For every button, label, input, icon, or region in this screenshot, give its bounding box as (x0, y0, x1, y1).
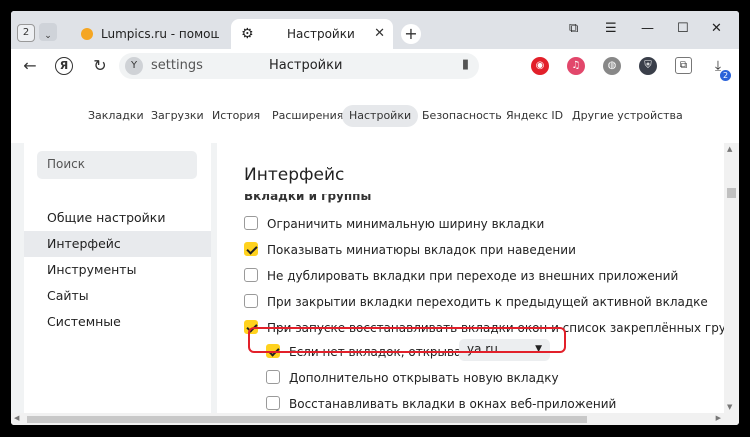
section-title: Вкладки и группы (244, 189, 372, 203)
adblock-extension-icon[interactable]: ◉ (531, 57, 549, 75)
close-window-icon[interactable]: ✕ (711, 21, 722, 36)
sidebar-item-system[interactable]: Системные (24, 309, 211, 335)
settings-top-nav: Закладки Загрузки История Расширения Нас… (11, 83, 739, 143)
gear-icon: ⚙ (241, 26, 254, 42)
nav-other-devices[interactable]: Другие устройства (565, 105, 690, 127)
toolbar: ← Я ↻ Y settings Настройки ▮ ◉ ♫ ◍ ⛨ ⧉ ⤓… (11, 49, 739, 84)
nav-downloads[interactable]: Загрузки (144, 105, 211, 127)
checkbox[interactable] (244, 294, 258, 308)
new-tab-button[interactable]: + (401, 24, 421, 44)
settings-main-panel: Интерфейс Вкладки и группы Ограничить ми… (217, 143, 724, 413)
tab-count-badge[interactable]: 2 (17, 24, 35, 42)
download-count-badge: 2 (720, 70, 731, 81)
settings-sidebar: Поиск Общие настройки Интерфейс Инструме… (24, 143, 211, 413)
menu-icon[interactable]: ☰ (605, 21, 617, 36)
plus-icon: + (404, 24, 418, 43)
checkbox[interactable] (244, 268, 258, 282)
bookmarks-panel-icon[interactable]: ⧉ (569, 21, 578, 36)
bookmark-icon[interactable]: ▮ (462, 57, 469, 72)
reload-icon[interactable]: ↻ (89, 55, 111, 77)
maximize-icon[interactable]: ☐ (677, 21, 689, 36)
settings-search-input[interactable]: Поиск (37, 151, 197, 179)
nav-extensions[interactable]: Расширения (265, 105, 350, 127)
checkbox[interactable] (266, 396, 280, 410)
globe-extension-icon[interactable]: ◍ (603, 57, 621, 75)
horizontal-scroll-thumb[interactable] (27, 416, 587, 423)
scroll-up-icon[interactable]: ▲ (727, 145, 732, 153)
shield-extension-icon[interactable]: ⛨ (639, 57, 657, 75)
checkbox[interactable] (244, 216, 258, 230)
nav-history[interactable]: История (205, 105, 267, 127)
vertical-scrollbar[interactable]: ▲ ▼ (724, 143, 739, 413)
tab-settings[interactable]: ⚙ Настройки ✕ (231, 19, 393, 49)
browser-window: 2 ⌄ Lumpics.ru - помощь с ко ⚙ Настройки… (11, 11, 739, 425)
settings-content: Поиск Общие настройки Интерфейс Инструме… (11, 143, 739, 413)
minimize-icon[interactable]: — (641, 21, 654, 36)
tab-lumpics[interactable]: Lumpics.ru - помощь с ко (71, 19, 223, 49)
orange-favicon-icon (81, 28, 93, 40)
address-page-title: Настройки (269, 58, 343, 73)
sidebar-item-interface[interactable]: Интерфейс (24, 231, 211, 257)
chevron-down-icon: ⌄ (44, 31, 52, 41)
checkbox[interactable] (266, 370, 280, 384)
red-highlight-annotation (248, 327, 566, 353)
scroll-down-icon[interactable]: ▼ (727, 403, 732, 411)
tab-list-button[interactable]: ⌄ (39, 23, 57, 41)
music-extension-icon[interactable]: ♫ (567, 57, 585, 75)
nav-bookmarks[interactable]: Закладки (81, 105, 151, 127)
checkbox-checked[interactable] (244, 242, 258, 256)
sidebar-item-general[interactable]: Общие настройки (24, 205, 211, 231)
address-bar[interactable]: Y settings Настройки ▮ (119, 53, 479, 79)
scroll-left-icon[interactable]: ◀ (14, 414, 19, 422)
tab-title: Настройки (287, 27, 355, 41)
scroll-right-icon[interactable]: ▶ (716, 414, 721, 422)
nav-yandex-id[interactable]: Яндекс ID (499, 105, 570, 127)
screenshot-extension-icon[interactable]: ⧉ (675, 57, 692, 74)
back-arrow-icon[interactable]: ← (19, 55, 41, 77)
nav-security[interactable]: Безопасность (415, 105, 509, 127)
yandex-logo-icon[interactable]: Я (55, 57, 73, 75)
nav-settings[interactable]: Настройки (342, 105, 419, 127)
sidebar-item-tools[interactable]: Инструменты (24, 257, 211, 283)
tab-strip: 2 ⌄ Lumpics.ru - помощь с ко ⚙ Настройки… (11, 11, 739, 49)
vertical-scroll-thumb[interactable] (727, 188, 736, 198)
search-placeholder: Поиск (47, 157, 86, 171)
site-info-icon[interactable]: Y (125, 57, 143, 75)
sidebar-item-sites[interactable]: Сайты (24, 283, 211, 309)
close-tab-icon[interactable]: ✕ (374, 19, 385, 49)
page-title: Интерфейс (244, 165, 345, 185)
tab-title: Lumpics.ru - помощь с ко (101, 27, 219, 41)
horizontal-scrollbar[interactable]: ◀ ▶ (11, 413, 739, 425)
address-url: settings (151, 58, 203, 73)
